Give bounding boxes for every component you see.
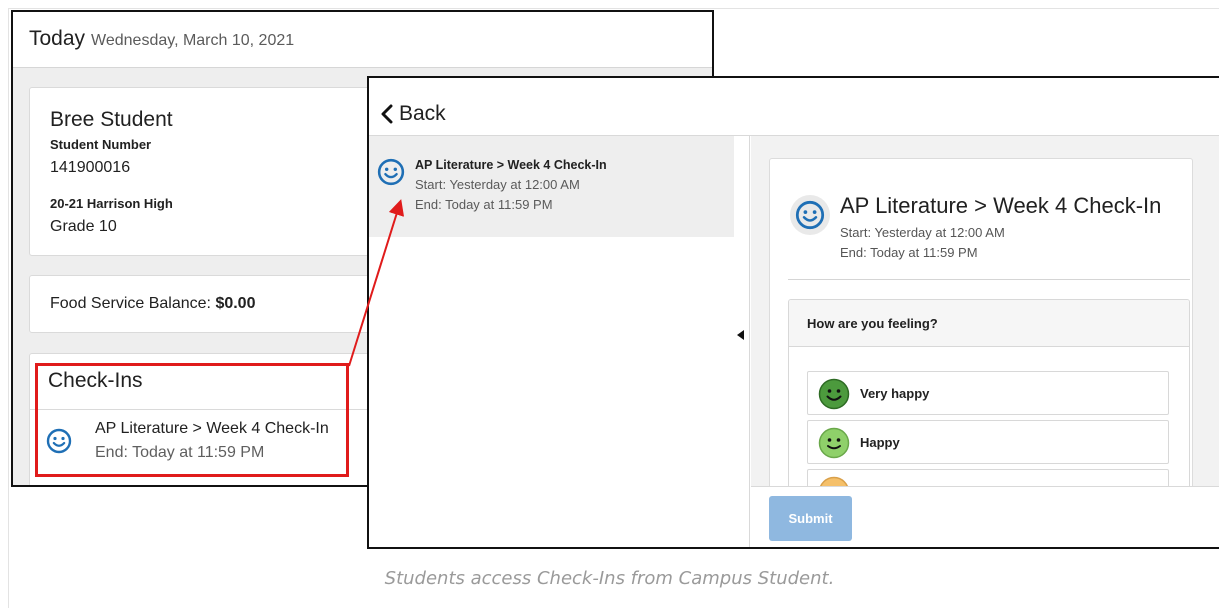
today-header: Today Wednesday, March 10, 2021 <box>13 12 712 68</box>
happy-face-icon <box>818 427 850 459</box>
list-item-title: AP Literature > Week 4 Check-In <box>415 158 607 172</box>
list-item-start: Start: Yesterday at 12:00 AM <box>415 177 580 192</box>
neutral-face-icon <box>819 476 849 486</box>
option-label: Happy <box>860 435 900 450</box>
food-service-label: Food Service Balance: <box>50 295 211 312</box>
pane-divider <box>734 136 750 547</box>
detail-end: End: Today at 11:59 PM <box>840 245 978 260</box>
very-happy-face-icon <box>818 378 850 410</box>
option-label: Very happy <box>860 386 930 401</box>
smiley-icon <box>377 158 405 186</box>
detail-avatar <box>790 195 830 235</box>
question-box: How are you feeling? Very happy Happy <box>788 299 1190 486</box>
checkin-detail-pane: AP Literature > Week 4 Check-In Start: Y… <box>751 136 1219 486</box>
chevron-left-icon <box>381 104 393 124</box>
checkin-detail-card: AP Literature > Week 4 Check-In Start: Y… <box>769 158 1193 486</box>
highlight-box <box>35 363 349 477</box>
option-neutral[interactable] <box>807 469 1169 486</box>
divider <box>788 279 1190 280</box>
food-service-amount: $0.00 <box>215 295 256 312</box>
today-title: Today <box>29 27 86 50</box>
back-button[interactable]: Back <box>377 102 446 126</box>
detail-title: AP Literature > Week 4 Check-In <box>840 193 1162 218</box>
detail-start: Start: Yesterday at 12:00 AM <box>840 225 1005 240</box>
option-happy[interactable]: Happy <box>807 420 1169 464</box>
submit-button[interactable]: Submit <box>769 496 852 541</box>
collapse-arrow-icon[interactable] <box>737 330 744 340</box>
figure-caption: Students access Check-Ins from Campus St… <box>384 568 835 589</box>
checkin-detail-window: Back AP Literature > Week 4 Check-In Sta… <box>367 76 1219 549</box>
smiley-icon <box>795 200 825 230</box>
option-very-happy[interactable]: Very happy <box>807 371 1169 415</box>
checkin-list-item-selected[interactable]: AP Literature > Week 4 Check-In Start: Y… <box>369 136 734 237</box>
list-item-end: End: Today at 11:59 PM <box>415 197 553 212</box>
footer-bar: Submit <box>751 486 1219 547</box>
today-date: Wednesday, March 10, 2021 <box>91 32 295 49</box>
question-text: How are you feeling? <box>789 300 1189 347</box>
back-label: Back <box>399 102 446 125</box>
checkin-list-pane: AP Literature > Week 4 Check-In Start: Y… <box>369 136 734 547</box>
back-bar: Back <box>369 78 1219 136</box>
